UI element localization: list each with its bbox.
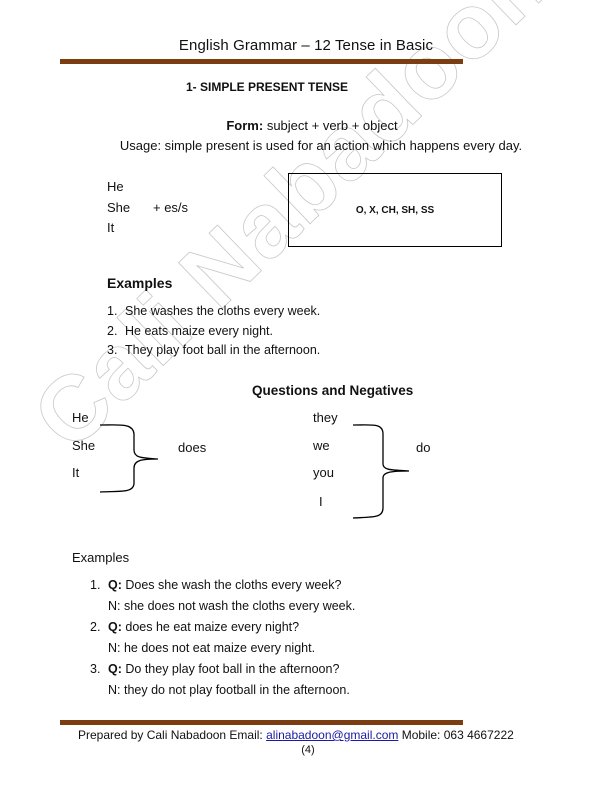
example-text: She washes the cloths every week. [125, 304, 321, 318]
header-title: English Grammar – 12 Tense in Basic [178, 37, 434, 54]
group1-aux: does [178, 440, 207, 455]
question-number: 1. [90, 578, 101, 592]
example-number: 2. [107, 324, 118, 338]
form-line: Form: subject + verb + object [0, 118, 612, 133]
group1-pronoun: It [72, 465, 80, 480]
example-number: 3. [107, 343, 118, 357]
qn-heading: Questions and Negatives [252, 383, 414, 398]
example-number: 1. [107, 304, 118, 318]
qn-examples-heading: Examples [72, 550, 130, 565]
question-label: Q: [108, 620, 122, 634]
example-item: 3. They play foot ball in the afternoon. [107, 343, 320, 357]
examples-heading: Examples [107, 275, 173, 291]
negative-text: N: she does not wash the cloths every we… [108, 599, 356, 613]
question-item: 3. Q: Do they play foot ball in the after… [90, 662, 339, 676]
negative-text: N: he does not eat maize every night. [108, 641, 316, 655]
question-label: Q: [108, 662, 122, 676]
question-item: 1. Q: Does she wash the cloths every week… [90, 578, 341, 592]
group1-brace [99, 424, 159, 493]
footer-email-link[interactable]: alinabadoon@gmail.com [266, 728, 398, 742]
page-number: (4) [301, 744, 315, 756]
question-text: Do they play foot ball in the afternoon? [121, 662, 340, 676]
group2-pronoun: they [313, 410, 338, 425]
question-text: does he eat maize every night? [121, 620, 300, 634]
header-rule [60, 59, 463, 64]
usage-line: Usage: simple present is used for an act… [119, 138, 523, 153]
rule-suffix: + es/s [153, 200, 189, 215]
question-number: 3. [90, 662, 101, 676]
example-item: 1. She washes the cloths every week. [107, 304, 320, 318]
form-label: Form: [226, 118, 264, 133]
rule-pronoun: She [107, 200, 131, 215]
footer-mobile: Mobile: 063 4667222 [398, 728, 514, 742]
group2-brace [352, 424, 410, 519]
example-text: They play foot ball in the afternoon. [125, 343, 321, 357]
group2-pronoun: I [319, 494, 323, 509]
footer-text: Prepared by Cali Nabadoon Email: alinaba… [78, 728, 514, 742]
example-text: He eats maize every night. [125, 324, 273, 338]
rule-pronoun: He [107, 179, 124, 194]
endings-text: O, X, CH, SH, SS [355, 204, 435, 216]
endings-box: O, X, CH, SH, SS [288, 173, 502, 247]
rule-pronoun: It [107, 220, 115, 235]
group2-pronoun: you [313, 465, 334, 480]
footer-rule [60, 720, 463, 725]
form-text: subject + verb + object [263, 118, 398, 133]
question-text: Does she wash the cloths every week? [121, 578, 342, 592]
group2-pronoun: we [313, 438, 330, 453]
negative-text: N: they do not play football in the afte… [108, 683, 350, 697]
section-title: 1- SIMPLE PRESENT TENSE [186, 80, 349, 94]
group1-pronoun: He [72, 410, 89, 425]
question-number: 2. [90, 620, 101, 634]
footer-prepared-by: Prepared by Cali Nabadoon Email: [78, 728, 267, 742]
question-item: 2. Q: does he eat maize every night? [90, 620, 299, 634]
question-label: Q: [108, 578, 122, 592]
group1-pronoun: She [72, 438, 96, 453]
group2-aux: do [416, 440, 431, 455]
example-item: 2. He eats maize every night. [107, 324, 273, 338]
